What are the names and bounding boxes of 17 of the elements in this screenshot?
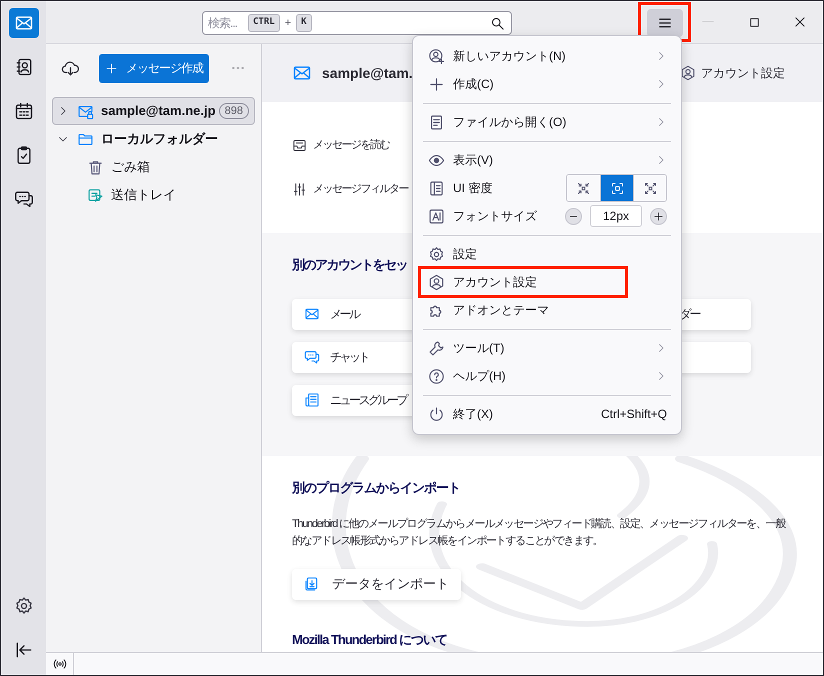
folder-name: 送信トレイ (111, 186, 176, 204)
keyboard-key: CTRL (248, 14, 280, 32)
key-joiner: + (284, 16, 292, 31)
menu-label: UI 密度 (453, 180, 492, 197)
folder-name: sample@tam.ne.jp (101, 102, 216, 120)
section-description: Thunderbird に他のメールプログラムからメールメッセージやフィード購読、設定、メッセージフィルターを、一般的なアドレス帳形式からアドレス帳をインポートすることができます。 (292, 516, 786, 548)
font-size-field: 12px (590, 205, 642, 227)
folder-name: ローカルフォルダー (101, 130, 218, 148)
shortcut-label: Ctrl+Shift+Q (600, 406, 667, 423)
section-title: 別のプログラムからインポート (292, 479, 461, 497)
folder-name: ごみ箱 (111, 158, 150, 176)
keyboard-key: K (296, 14, 312, 32)
menu-label: フォントサイズ (453, 208, 537, 225)
section-title: 別のアカウントをセッ (292, 256, 408, 274)
section-title: Mozilla Thunderbird について (292, 630, 448, 648)
unread-count: 898 (218, 103, 249, 119)
account-email: sample@tam. (322, 64, 413, 83)
